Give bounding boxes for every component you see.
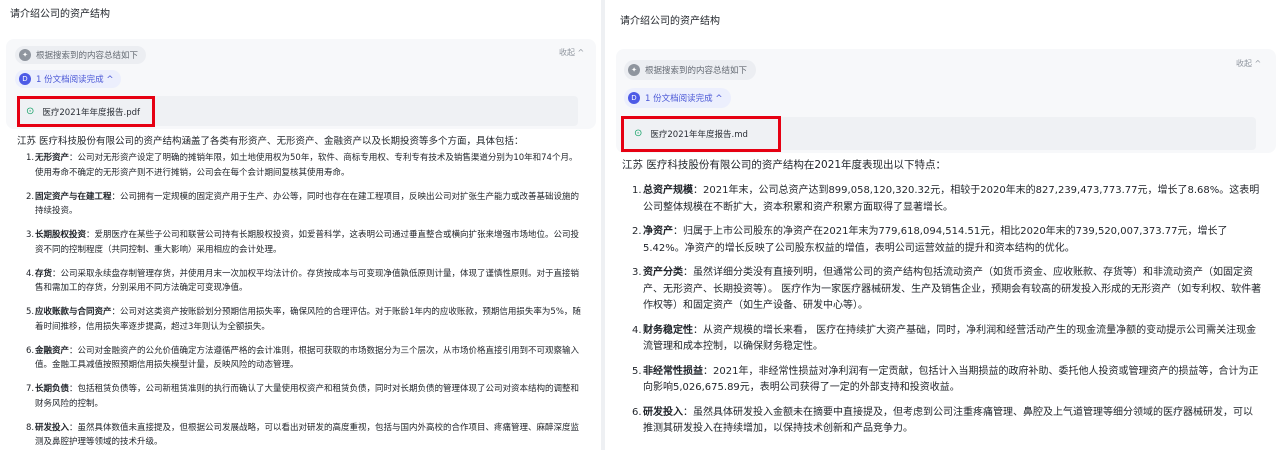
list-item: 6. 研发投入：虽然具体研发投入金额未在摘要中直接提及，但考虑到公司注重疼痛管理、… — [632, 406, 1253, 435]
summary-chip[interactable]: ✦ 根据搜索到的内容总结如下 — [15, 46, 147, 64]
item-title: 无形资产 — [35, 153, 70, 163]
summary-chip-label: 根据搜索到的内容总结如下 — [645, 66, 748, 76]
list-item: 7. 长期负债：包括租赁负债等，公司新租赁准则的执行而确认了大量使用权资产和租赁负… — [26, 384, 580, 409]
document-badge-icon: D — [628, 92, 640, 104]
item-text: ：公司对这类资产按账龄划分预期信用损失率，确保风险的合理评估。对于账龄1年内的应… — [35, 307, 581, 332]
sparkle-icon: ✦ — [628, 64, 640, 76]
item-text: ：公司对金融资产的公允价值确定方法遵循严格的会计准则，根据可获取的市场数据分为三… — [35, 345, 580, 371]
item-title: 金融资产 — [35, 345, 70, 356]
item-text: ：公司采取永续盘存制管理存货，并使用月末一次加权平均法计价。存货按成本与可变现净… — [35, 268, 580, 294]
item-title: 研发投入 — [35, 422, 70, 433]
list-item: 6. 金融资产：公司对金融资产的公允价值确定方法遵循严格的会计准则，根据可获取的市… — [26, 345, 580, 371]
list-item: 8. 研发投入：虽然具体数值未直接提及，但根据公司发展战略，可以看出对研发的高度重… — [26, 422, 580, 448]
item-text: ：公司拥有一定规模的固定资产用于生产、办公等，同时也存在在建工程项目，反映出公司… — [35, 191, 580, 217]
answer-intro: 江苏 医疗科技股份有限公司的资产结构在2021年度表现出以下特点： — [622, 159, 947, 171]
answer-panel-left: 请介绍公司的资产结构 收起 ^ ✦ 根据搜索到的内容总结如下 D 1 份文档阅读… — [0, 0, 600, 450]
check-circle-icon: ⊙ — [634, 128, 643, 139]
collapse-toggle[interactable]: 收起 ^ — [1236, 58, 1261, 69]
question-text: 请介绍公司的资产结构 — [620, 16, 720, 27]
list-item: 2. 净资产：归属于上市公司股东的净资产在2021年末为779,618,094,5… — [632, 226, 1228, 254]
item-title: 长期负债 — [35, 384, 70, 394]
item-text: ：公司对无形资产设定了明确的摊销年限，如土地使用权为50年，软件、商标专用权、专… — [35, 153, 578, 178]
summary-chip-label: 根据搜索到的内容总结如下 — [36, 51, 139, 61]
answer-panel-right: 请介绍公司的资产结构 收起 ^ ✦ 根据搜索到的内容总结如下 D 1 份文档阅读… — [606, 0, 1280, 450]
documents-read-chip[interactable]: D 1 份文档阅读完成 ^ — [624, 88, 732, 108]
item-text: ：归属于上市公司股东的净资产在2021年末为779,618,094,514.51… — [643, 226, 1228, 254]
list-item: 2. 固定资产与在建工程：公司拥有一定规模的固定资产用于生产、办公等，同时也存在在… — [26, 191, 580, 217]
summary-chip[interactable]: ✦ 根据搜索到的内容总结如下 — [624, 60, 757, 80]
check-circle-icon: ⊙ — [26, 105, 35, 117]
item-text: ：从资产规模的增长来看， 医疗在持续扩大资产基础，同时，净利润和经营活动产生的现… — [643, 324, 1257, 353]
documents-read-label: 1 份文档阅读完成 ^ — [36, 75, 114, 85]
item-title: 固定资产与在建工程 — [35, 191, 112, 202]
file-name: 医疗2021年年度报告.pdf — [42, 107, 141, 118]
documents-read-chip[interactable]: D 1 份文档阅读完成 ^ — [15, 70, 122, 88]
file-item[interactable]: ⊙ 医疗2021年年度报告.md — [621, 116, 781, 152]
list-item: 4. 财务稳定性：从资产规模的增长来看， 医疗在持续扩大资产基础，同时，净利润和经… — [632, 324, 1257, 353]
item-text: ：虽然详细分类没有直接列明，但通常公司的资产结构包括流动资产（如货币资金、应收账… — [643, 267, 1262, 311]
list-item: 3. 长期股权投资：爱朋医疗在某些子公司和联营公司持有长期股权投资，如爱普科学，这… — [26, 230, 580, 255]
item-text: ：虽然具体研发投入金额未在摘要中直接提及，但考虑到公司注重疼痛管理、鼻腔及上气道… — [643, 406, 1253, 435]
list-item: 5. 非经常性损益：2021年，非经常性损益对净利润有一定贡献，包括计入当期损益的… — [632, 365, 1259, 394]
item-text: ：2021年末，公司总资产达到899,058,120,320.32元，相较于20… — [643, 185, 1260, 213]
list-item: 3. 资产分类：虽然详细分类没有直接列明，但通常公司的资产结构包括流动资产（如货币… — [632, 267, 1262, 311]
documents-read-label: 1 份文档阅读完成 ^ — [645, 94, 723, 104]
panel-divider — [601, 0, 605, 450]
item-title: 研发投入 — [643, 406, 683, 418]
collapse-toggle[interactable]: 收起 ^ — [559, 47, 584, 58]
answer-intro: 江苏 医疗科技股份有限公司的资产结构涵盖了各类有形资产、无形资产、金融资产以及长… — [17, 136, 524, 147]
document-badge-icon: D — [19, 73, 31, 85]
sparkle-icon: ✦ — [19, 49, 31, 61]
item-title: 资产分类 — [643, 267, 683, 278]
file-name: 医疗2021年年度报告.md — [650, 130, 748, 140]
item-text: ：爱朋医疗在某些子公司和联营公司持有长期股权投资，如爱普科学，这表明公司通过垂直… — [35, 230, 580, 255]
question-text: 请介绍公司的资产结构 — [10, 9, 110, 20]
item-title: 存货 — [35, 268, 53, 279]
item-title: 总资产规模 — [643, 185, 693, 196]
list-item: 1. 无形资产：公司对无形资产设定了明确的摊销年限，如土地使用权为50年，软件、商… — [26, 153, 578, 178]
item-text: ：包括租赁负债等，公司新租赁准则的执行而确认了大量使用权资产和租赁负债，同时对长… — [35, 384, 580, 409]
item-title: 净资产 — [643, 226, 673, 237]
file-item[interactable]: ⊙ 医疗2021年年度报告.pdf — [17, 96, 155, 127]
item-title: 财务稳定性 — [643, 324, 693, 336]
answer-list: 1. 无形资产：公司对无形资产设定了明确的摊销年限，如土地使用权为50年，软件、商… — [26, 151, 582, 450]
list-item: 1. 总资产规模：2021年末，公司总资产达到899,058,120,320.32… — [632, 185, 1260, 213]
item-text: ：2021年，非经常性损益对净利润有一定贡献，包括计入当期损益的政府补助、委托他… — [643, 365, 1259, 394]
item-text: ：虽然具体数值未直接提及，但根据公司发展战略，可以看出对研发的高度重视，包括与国… — [35, 422, 580, 448]
answer-list: 1. 总资产规模：2021年末，公司总资产达到899,058,120,320.32… — [632, 183, 1262, 446]
list-item: 4. 存货：公司采取永续盘存制管理存货，并使用月末一次加权平均法计价。存货按成本与… — [26, 268, 580, 294]
list-item: 5. 应收账款与合同资产：公司对这类资产按账龄划分预期信用损失率，确保风险的合理评… — [26, 307, 581, 332]
item-title: 非经常性损益 — [643, 365, 703, 377]
item-title: 长期股权投资 — [35, 230, 87, 240]
item-title: 应收账款与合同资产 — [35, 307, 112, 317]
